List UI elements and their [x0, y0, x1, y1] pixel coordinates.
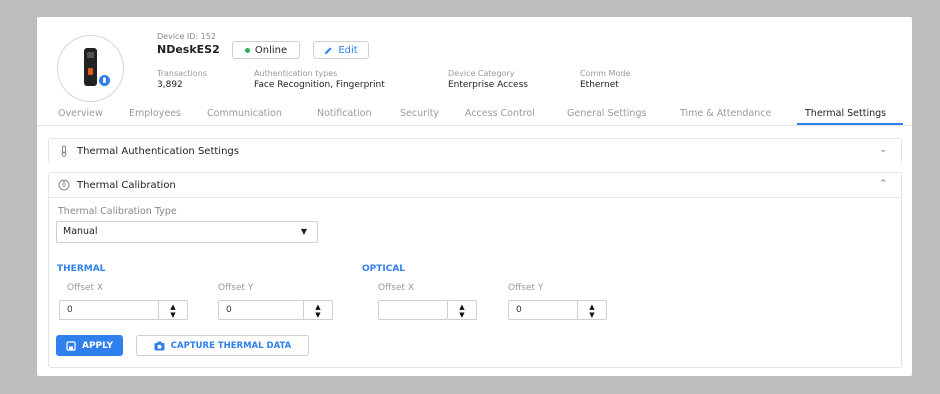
- optical-offset-x-stepper-icon[interactable]: ▲ ▼: [447, 300, 477, 320]
- thermal-offset-x-stepper-icon[interactable]: ▲ ▼: [158, 300, 188, 320]
- tab-thermal-settings[interactable]: Thermal Settings: [805, 108, 886, 119]
- thermal-offset-y-input[interactable]: 0: [218, 300, 314, 320]
- calibration-icon: [58, 179, 70, 191]
- tab-security[interactable]: Security: [400, 108, 439, 119]
- optical-offset-y-input[interactable]: 0: [508, 300, 578, 320]
- thermal-offset-y-label: Offset Y: [218, 283, 254, 293]
- meta-transactions-value: 3,892: [157, 80, 183, 90]
- device-avatar: ▮: [57, 35, 124, 102]
- capture-label: CAPTURE THERMAL DATA: [170, 340, 292, 351]
- status-badge: Online: [232, 41, 300, 59]
- meta-auth-types-label: Authentication types: [254, 69, 338, 78]
- chevron-down-icon[interactable]: ⌄: [879, 145, 887, 155]
- edit-button[interactable]: Edit: [313, 41, 369, 59]
- calibration-type-select[interactable]: Manual ▼: [56, 221, 318, 243]
- apply-label: APPLY: [81, 340, 113, 351]
- optical-offset-x-label: Offset X: [378, 283, 415, 293]
- edit-label: Edit: [338, 44, 358, 56]
- device-name: NDeskES2: [157, 43, 220, 56]
- meta-transactions-label: Transactions: [157, 69, 207, 78]
- tab-general-settings[interactable]: General Settings: [567, 108, 646, 119]
- optical-offset-y-label: Offset Y: [508, 283, 544, 293]
- thermal-auth-panel[interactable]: Thermal Authentication Settings ⌄: [48, 138, 902, 164]
- meta-comm-mode-value: Ethernet: [580, 80, 619, 90]
- tab-overview[interactable]: Overview: [58, 108, 103, 119]
- thermal-calibration-title: Thermal Calibration: [77, 180, 176, 191]
- optical-offset-y-stepper-icon[interactable]: ▲ ▼: [577, 300, 607, 320]
- device-card: ▮ Device ID: 152 NDeskES2 Online Edit Tr…: [37, 17, 912, 376]
- tab-employees[interactable]: Employees: [129, 108, 181, 119]
- active-tab-indicator: [797, 123, 903, 125]
- thermal-calibration-header[interactable]: Thermal Calibration ⌃: [49, 173, 901, 198]
- device-image: [84, 48, 97, 86]
- device-type-badge-icon: ▮: [97, 73, 112, 88]
- optical-section-label: OPTICAL: [362, 264, 406, 274]
- tab-time-attendance[interactable]: Time & Attendance: [680, 108, 771, 119]
- tab-access-control[interactable]: Access Control: [465, 108, 535, 119]
- tab-notification[interactable]: Notification: [317, 108, 372, 119]
- capture-thermal-data-button[interactable]: CAPTURE THERMAL DATA: [136, 335, 309, 356]
- meta-auth-types-value: Face Recognition, Fingerprint: [254, 80, 385, 90]
- dropdown-arrow-icon: ▼: [300, 227, 307, 236]
- meta-device-category-label: Device Category: [448, 69, 515, 78]
- thermal-auth-title: Thermal Authentication Settings: [77, 146, 239, 157]
- device-id: Device ID: 152: [157, 32, 216, 41]
- optical-offset-x-input[interactable]: [378, 300, 448, 320]
- camera-icon: [154, 341, 165, 350]
- thermal-offset-y-stepper-icon[interactable]: ▲ ▼: [303, 300, 333, 320]
- meta-comm-mode-label: Comm Mode: [580, 69, 631, 78]
- chevron-up-icon[interactable]: ⌃: [879, 179, 887, 189]
- thermal-auth-header[interactable]: Thermal Authentication Settings ⌄: [49, 139, 901, 164]
- meta-device-category-value: Enterprise Access: [448, 80, 528, 90]
- tab-bar: Overview Employees Communication Notific…: [37, 102, 912, 126]
- thermometer-icon: [58, 145, 70, 157]
- tab-communication[interactable]: Communication: [207, 108, 282, 119]
- thermal-offset-x-label: Offset X: [67, 283, 104, 293]
- thermal-section-label: THERMAL: [57, 264, 106, 274]
- status-label: Online: [254, 44, 288, 56]
- online-dot-icon: [244, 47, 250, 53]
- apply-button[interactable]: APPLY: [56, 335, 123, 356]
- pencil-icon: [325, 46, 332, 54]
- thermal-offset-x-input[interactable]: 0: [59, 300, 159, 320]
- calibration-type-label: Thermal Calibration Type: [58, 206, 177, 217]
- save-icon: [66, 340, 76, 351]
- calibration-type-value: Manual: [63, 226, 98, 237]
